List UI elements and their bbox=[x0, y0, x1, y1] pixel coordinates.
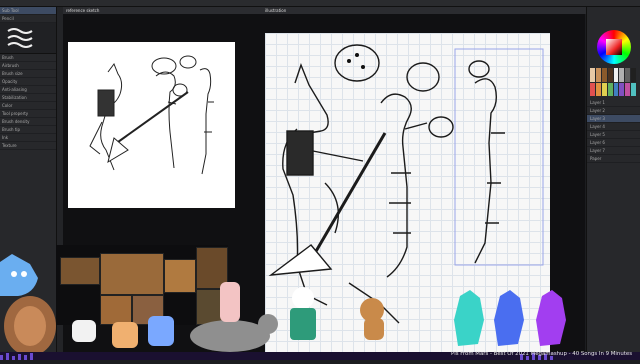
panel-row[interactable]: Sub Tool bbox=[0, 7, 56, 15]
tab-illustration[interactable]: illustration bbox=[262, 7, 588, 14]
sketch-drawing-small bbox=[89, 55, 214, 175]
layer-row[interactable]: Layer 2 bbox=[587, 107, 640, 115]
color-picker-square[interactable] bbox=[606, 39, 622, 55]
menu-bar: File Edit Animation Layer Select View Fi… bbox=[0, 0, 640, 16]
panel-row[interactable]: Ink bbox=[0, 134, 56, 142]
layer-row[interactable]: Layer 4 bbox=[587, 123, 640, 131]
reference-photos bbox=[56, 245, 228, 325]
layer-row[interactable]: Layer 1 bbox=[587, 99, 640, 107]
tab-reference[interactable]: reference sketch bbox=[63, 7, 264, 14]
panel-row[interactable]: Brush density bbox=[0, 118, 56, 126]
panel-row[interactable]: Anti-aliasing bbox=[0, 86, 56, 94]
brush-stroke-preview bbox=[0, 23, 56, 54]
now-playing-ticker: Pls From Mars - Best Of 2021 Megamashup … bbox=[450, 351, 632, 357]
reference-photo bbox=[60, 257, 100, 285]
panel-row[interactable]: Brush bbox=[0, 54, 56, 62]
tool-property-panel: Sub Tool Pencil Brush Airbrush Brush siz… bbox=[0, 7, 57, 360]
panel-row[interactable]: Airbrush bbox=[0, 62, 56, 70]
main-canvas[interactable] bbox=[265, 33, 550, 360]
panel-row[interactable]: Brush size bbox=[0, 70, 56, 78]
panel-row[interactable]: Opacity bbox=[0, 78, 56, 86]
layer-row[interactable]: Layer 5 bbox=[587, 131, 640, 139]
reference-canvas[interactable] bbox=[68, 42, 235, 208]
panel-row[interactable]: Color bbox=[0, 102, 56, 110]
color-swatches[interactable] bbox=[590, 68, 636, 96]
reference-photo bbox=[100, 253, 164, 295]
reference-photo bbox=[196, 247, 228, 289]
layer-row[interactable]: Layer 6 bbox=[587, 139, 640, 147]
panel-row[interactable]: Tool property bbox=[0, 110, 56, 118]
reference-photo bbox=[100, 295, 132, 325]
layer-row[interactable]: Paper bbox=[587, 155, 640, 163]
reference-photo bbox=[164, 259, 196, 293]
panel-row[interactable]: Stabilization bbox=[0, 94, 56, 102]
panel-row[interactable]: Texture bbox=[0, 142, 56, 150]
layer-row[interactable]: Layer 7 bbox=[587, 147, 640, 155]
panel-row[interactable]: Pencil bbox=[0, 15, 56, 23]
reference-photo bbox=[196, 289, 228, 325]
sketch-drawing-main bbox=[268, 44, 544, 324]
panel-row[interactable]: Brush tip bbox=[0, 126, 56, 134]
reference-photo bbox=[132, 295, 164, 325]
layer-row[interactable]: Layer 3 bbox=[587, 115, 640, 123]
